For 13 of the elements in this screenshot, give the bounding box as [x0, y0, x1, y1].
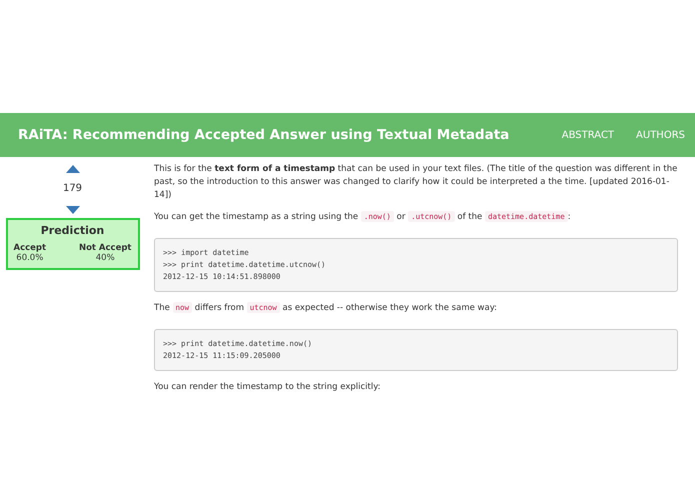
nav-link[interactable]: ABSTRACT	[562, 130, 614, 140]
page-title: RAiTA: Recommending Accepted Answer using Textual Metadata	[18, 127, 510, 143]
prediction-title: Prediction	[40, 224, 106, 237]
vote-count: 179	[62, 183, 82, 194]
paragraph: This is for the text form of a timestamp that can be used in your text files. (The title of the question was different in the past, so the introduction to this answer was changed to clarify how it could be interpreted a the time. [updated 2016-01-14])	[154, 163, 678, 202]
prediction-value: 60.0%	[16, 253, 44, 263]
prediction-value: 40%	[96, 253, 115, 263]
nav-link[interactable]: AUTHORS	[636, 130, 685, 140]
paragraph: You can render the timestamp to the string explicitly:	[154, 380, 382, 394]
down-arrow-icon[interactable]	[66, 206, 80, 214]
prediction-label: Not Accept	[78, 243, 132, 253]
prediction-label: Accept	[14, 243, 46, 253]
up-arrow-icon[interactable]	[66, 165, 80, 173]
